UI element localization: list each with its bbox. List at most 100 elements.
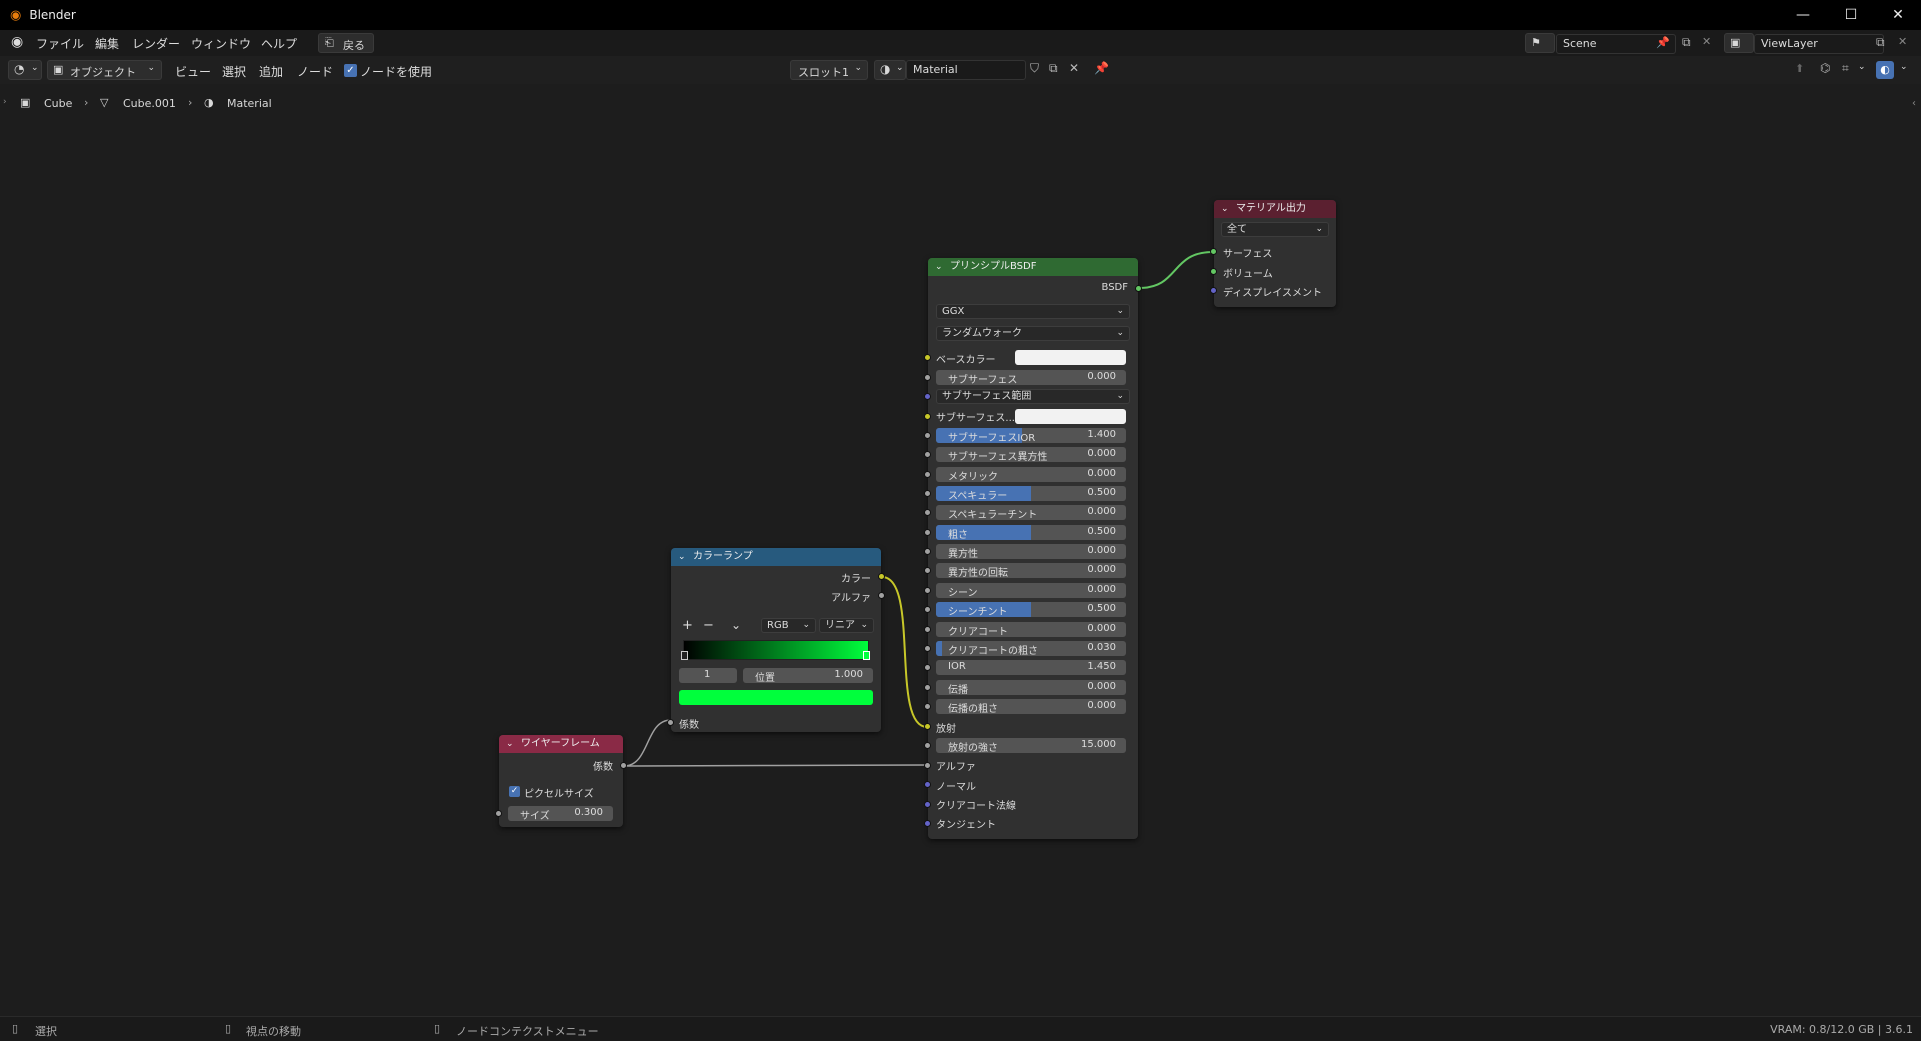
bsdf-output-socket[interactable]: [1135, 285, 1142, 292]
bsdf-param-socket[interactable]: [924, 586, 931, 594]
bsdf-param-socket[interactable]: [924, 528, 931, 536]
color-mode-dropdown[interactable]: RGB ⌄: [761, 618, 816, 633]
add-stop-button[interactable]: +: [682, 618, 693, 633]
normal-socket[interactable]: [924, 781, 931, 788]
bsdf-param-slider[interactable]: 粗さ 0.500: [936, 524, 1126, 540]
surface-socket[interactable]: [1210, 248, 1217, 255]
principled-bsdf-node[interactable]: ⌄ プリンシプルBSDF BSDF GGX ⌄ ランダムウォーク ⌄ ベースカラ…: [924, 258, 1142, 839]
size-slider[interactable]: サイズ 0.300: [508, 806, 613, 821]
emission-socket[interactable]: [924, 723, 931, 730]
bsdf-param-socket[interactable]: [924, 644, 931, 652]
bsdf-param-value: 0.000: [1087, 622, 1116, 634]
volume-socket[interactable]: [1210, 268, 1217, 275]
bsdf-param-slider[interactable]: クリアコートの粗さ 0.030: [936, 640, 1126, 656]
bsdf-param-socket[interactable]: [924, 509, 931, 517]
subsurface-method-dropdown[interactable]: ランダムウォーク ⌄: [936, 326, 1130, 341]
node-header[interactable]: ⌄ プリンシプルBSDF: [928, 258, 1138, 276]
subsurface-slider[interactable]: サブサーフェス 0.000: [936, 370, 1126, 385]
bsdf-param-slider[interactable]: シーンチント 0.500: [936, 602, 1126, 618]
bsdf-param-slider[interactable]: IOR 1.450: [936, 660, 1126, 676]
material-output-node[interactable]: ⌄ マテリアル出力 全て ⌄ サーフェス ボリューム ディスプレイスメント: [1210, 200, 1336, 307]
stop-color-swatch[interactable]: [679, 690, 873, 705]
subsurface-radius-socket[interactable]: [924, 393, 931, 400]
bsdf-param-label: IOR: [948, 661, 966, 673]
emission-strength-socket[interactable]: [924, 742, 931, 749]
bsdf-param-socket[interactable]: [924, 702, 931, 710]
distribution-label: GGX: [942, 306, 965, 317]
chevron-down-icon[interactable]: ⌄: [506, 735, 514, 753]
bsdf-param-slider[interactable]: メタリック 0.000: [936, 466, 1126, 482]
node-title: マテリアル出力: [1236, 203, 1306, 214]
node-header[interactable]: ⌄ マテリアル出力: [1214, 200, 1336, 218]
color-ramp-node[interactable]: ⌄ カラーランプ カラー アルファ + − ⌄ RGB ⌄ リニア ⌄ 1 位置…: [667, 548, 885, 732]
bsdf-param-slider[interactable]: スペキュラー 0.500: [936, 486, 1126, 502]
bsdf-param-socket[interactable]: [924, 451, 931, 459]
subsurface-color-swatch[interactable]: [1015, 409, 1126, 424]
color-ramp-gradient[interactable]: [683, 640, 869, 660]
chevron-down-icon: ⌄: [1116, 328, 1124, 338]
node-header[interactable]: ⌄ カラーランプ: [671, 548, 881, 566]
displacement-label: ディスプレイスメント: [1223, 288, 1322, 299]
bsdf-param-slider[interactable]: スペキュラーチント 0.000: [936, 505, 1126, 521]
fac-input-label: 係数: [679, 720, 699, 731]
color-output-socket[interactable]: [878, 573, 885, 580]
bsdf-param-socket[interactable]: [924, 548, 931, 556]
subsurface-socket[interactable]: [924, 374, 931, 381]
bsdf-param-label: サブサーフェスIOR: [948, 433, 1036, 443]
subsurface-color-label: サブサーフェス...: [936, 413, 1015, 424]
pixel-size-label[interactable]: ピクセルサイズ: [524, 785, 594, 800]
bsdf-param-socket[interactable]: [924, 683, 931, 691]
chevron-down-icon[interactable]: ⌄: [1221, 200, 1229, 218]
status-context-menu: ノードコンテクストメニュー: [456, 1025, 599, 1038]
ramp-stop-handle-1[interactable]: [863, 651, 870, 660]
bsdf-param-socket[interactable]: [924, 606, 931, 614]
position-slider[interactable]: 位置 1.000: [743, 668, 873, 683]
output-target-dropdown[interactable]: 全て ⌄: [1221, 222, 1329, 237]
distribution-dropdown[interactable]: GGX ⌄: [936, 304, 1130, 319]
displacement-socket[interactable]: [1210, 287, 1217, 294]
fac-input-socket[interactable]: [667, 719, 674, 726]
base-color-swatch[interactable]: [1015, 350, 1126, 365]
subsurface-radius-dropdown[interactable]: サブサーフェス範囲 ⌄: [936, 389, 1130, 404]
fac-output-socket[interactable]: [620, 762, 627, 769]
bsdf-param-socket[interactable]: [924, 432, 931, 439]
link-ramp-color-to-emission: [881, 576, 928, 728]
remove-stop-button[interactable]: −: [703, 618, 714, 633]
alpha-output-socket[interactable]: [878, 592, 885, 599]
bsdf-param-label: 粗さ: [948, 529, 968, 540]
bsdf-param-label: スペキュラーチント: [948, 510, 1038, 521]
bsdf-param-socket[interactable]: [924, 567, 931, 575]
stop-index-field[interactable]: 1: [679, 668, 737, 683]
pixel-size-checkbox[interactable]: ✓: [509, 786, 520, 797]
wireframe-node[interactable]: ⌄ ワイヤーフレーム 係数 ✓ ピクセルサイズ サイズ 0.300: [495, 735, 627, 827]
alpha-socket[interactable]: [924, 762, 931, 769]
bsdf-param-socket[interactable]: [924, 490, 931, 498]
chevron-down-icon[interactable]: ⌄: [935, 258, 943, 276]
bsdf-param-value: 0.000: [1087, 448, 1116, 460]
clearcoat-normal-socket[interactable]: [924, 801, 931, 808]
subsurface-method-label: ランダムウォーク: [942, 328, 1022, 339]
bsdf-param-slider[interactable]: 伝播 0.000: [936, 679, 1126, 695]
bsdf-param-socket[interactable]: [924, 664, 931, 672]
ramp-menu-button[interactable]: ⌄: [731, 618, 741, 632]
chevron-down-icon[interactable]: ⌄: [678, 548, 686, 566]
interpolation-dropdown[interactable]: リニア ⌄: [819, 618, 874, 633]
bsdf-param-slider[interactable]: 異方性 0.000: [936, 544, 1126, 560]
size-input-socket[interactable]: [495, 810, 502, 817]
bsdf-param-slider[interactable]: クリアコート 0.000: [936, 621, 1126, 637]
node-title: カラーランプ: [693, 551, 753, 562]
bsdf-param-socket[interactable]: [924, 625, 931, 633]
emission-strength-slider[interactable]: 放射の強さ 15.000: [936, 738, 1126, 753]
tangent-socket[interactable]: [924, 820, 931, 827]
ramp-stop-handle-0[interactable]: [681, 651, 688, 660]
bsdf-param-slider[interactable]: サブサーフェスIOR 1.400: [936, 428, 1126, 443]
subsurface-color-socket[interactable]: [924, 413, 931, 420]
chevron-down-icon: ⌄: [1116, 391, 1124, 401]
bsdf-param-socket[interactable]: [924, 470, 931, 478]
bsdf-param-slider[interactable]: シーン 0.000: [936, 582, 1126, 598]
bsdf-param-slider[interactable]: サブサーフェス異方性 0.000: [936, 447, 1126, 463]
base-color-socket[interactable]: [924, 354, 931, 361]
bsdf-param-slider[interactable]: 異方性の回転 0.000: [936, 563, 1126, 579]
bsdf-param-slider[interactable]: 伝播の粗さ 0.000: [936, 698, 1126, 714]
node-header[interactable]: ⌄ ワイヤーフレーム: [499, 735, 623, 753]
